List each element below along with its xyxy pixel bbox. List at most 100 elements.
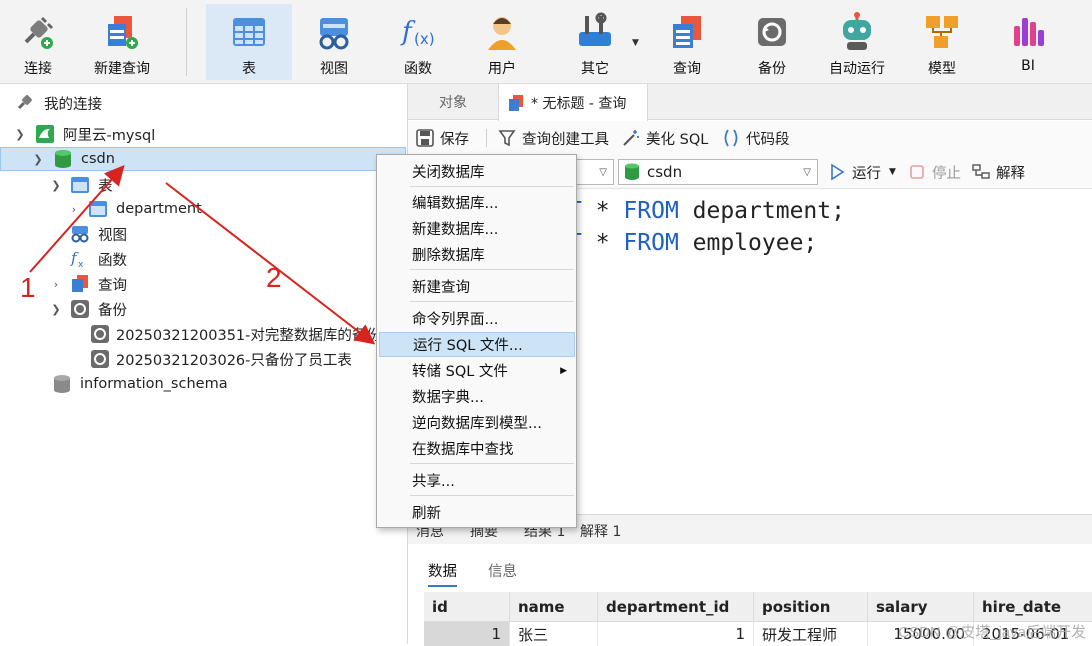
chevron-down-icon: ▽ [599, 166, 607, 178]
robot-icon [839, 12, 875, 52]
tree-backup-item[interactable]: 20250321200351-对完整数据库的备份 [0, 322, 406, 346]
table-cell[interactable]: 1 [598, 622, 754, 646]
sql-text: department; [678, 198, 845, 224]
column-header[interactable]: id [424, 592, 510, 622]
query-builder-button[interactable]: 查询创建工具 [498, 121, 609, 155]
backup-label: 备份 [758, 61, 786, 77]
stop-button[interactable]: 停止 [908, 155, 961, 189]
backup-icon [754, 12, 790, 52]
model-label: 模型 [928, 61, 956, 77]
menu-reverse-to-model[interactable]: 逆向数据库到模型... [379, 410, 575, 435]
chevron-down-icon[interactable]: ❯ [50, 303, 62, 316]
menu-close-database[interactable]: 关闭数据库 [379, 159, 575, 184]
tree-functions[interactable]: fx 函数 [0, 247, 406, 271]
submenu-arrow-icon: ▶ [560, 365, 567, 376]
bi-label: BI [1021, 58, 1035, 74]
menu-dump-sql-file[interactable]: 转储 SQL 文件 ▶ [379, 358, 575, 383]
menu-delete-database[interactable]: 删除数据库 [379, 242, 575, 267]
table-cell[interactable]: 张三 [510, 622, 598, 646]
run-button[interactable]: 运行 ▼ [828, 155, 896, 189]
backup-button[interactable]: 备份 [742, 4, 802, 80]
backup-file-icon [90, 324, 110, 344]
chevron-down-icon[interactable]: ❯ [14, 128, 26, 141]
other-dropdown-caret-icon[interactable]: ▼ [632, 38, 639, 48]
column-header[interactable]: hire_date [974, 592, 1092, 622]
menu-data-dictionary[interactable]: 数据字典... [379, 384, 575, 409]
chevron-down-icon[interactable]: ❯ [50, 179, 62, 192]
menu-edit-database[interactable]: 编辑数据库... [379, 190, 575, 215]
view-icon [316, 12, 352, 52]
tree-connection-aliyun[interactable]: ❯ 阿里云-mysql [0, 122, 406, 146]
svg-text:x: x [78, 260, 84, 268]
menu-share[interactable]: 共享... [379, 468, 575, 493]
chevron-right-icon[interactable]: › [50, 278, 62, 291]
tab-explain-1[interactable]: 解释 1 [580, 521, 621, 541]
function-icon: f (x) [400, 12, 436, 52]
query-label: 查询 [673, 61, 701, 77]
menu-new-query[interactable]: 新建查询 [379, 274, 575, 299]
database-combo-value: csdn [647, 163, 683, 181]
menu-refresh[interactable]: 刷新 [379, 500, 575, 525]
tree-my-connections[interactable]: 我的连接 [0, 91, 406, 115]
menu-separator [410, 495, 574, 496]
bi-button[interactable]: BI [998, 4, 1058, 80]
toolbar-divider [186, 8, 187, 76]
query-button[interactable]: 查询 [656, 4, 718, 80]
column-header[interactable]: department_id [598, 592, 754, 622]
tab-objects[interactable]: 对象 [408, 84, 498, 120]
run-dropdown-caret-icon[interactable]: ▼ [889, 167, 896, 177]
tree-backup-item[interactable]: 20250321203026-只备份了员工表 [0, 347, 406, 371]
menu-run-sql-file[interactable]: 运行 SQL 文件... [379, 332, 575, 357]
beautify-sql-button[interactable]: 美化 SQL [622, 121, 708, 155]
chevron-down-icon[interactable]: ❯ [32, 153, 44, 166]
new-query-button[interactable]: 新建查询 [90, 4, 154, 80]
table-cell[interactable]: 1 [424, 622, 510, 646]
user-icon [484, 12, 520, 52]
tree-backups[interactable]: ❯ 备份 [0, 297, 406, 321]
sql-text: * [581, 198, 624, 224]
tree-db-information-schema[interactable]: information_schema [0, 372, 406, 396]
tree-views[interactable]: 视图 [0, 222, 406, 246]
function-button[interactable]: f (x) 函数 [388, 4, 448, 80]
menu-command-line[interactable]: 命令列界面... [379, 306, 575, 331]
tree-queries[interactable]: › 查询 [0, 272, 406, 296]
menu-find-in-database[interactable]: 在数据库中查找 [379, 436, 575, 461]
query-builder-label: 查询创建工具 [522, 131, 609, 148]
explain-button[interactable]: 解释 [972, 155, 1025, 189]
tree-table-department[interactable]: › department [0, 197, 406, 221]
tab-query[interactable]: * 无标题 - 查询 [498, 84, 648, 121]
code-snippet-button[interactable]: 代码段 [722, 121, 790, 155]
connect-button[interactable]: 连接 [8, 4, 68, 80]
builder-icon [498, 129, 516, 147]
annotation-label-2: 2 [266, 262, 282, 293]
tree-db-csdn[interactable]: ❯ csdn [0, 147, 406, 171]
other-button[interactable]: 其它 [564, 4, 626, 80]
model-button[interactable]: 模型 [912, 4, 972, 80]
tab-info[interactable]: 信息 [488, 560, 517, 581]
automation-label: 自动运行 [829, 61, 885, 77]
view-icon [70, 224, 90, 244]
tree-tables[interactable]: ❯ 表 [0, 173, 406, 197]
tree-backups-label: 备份 [98, 302, 127, 319]
function-icon: fx [70, 248, 90, 270]
menu-new-database[interactable]: 新建数据库... [379, 216, 575, 241]
chevron-right-icon[interactable]: › [68, 203, 80, 216]
tree-views-label: 视图 [98, 227, 127, 244]
view-button[interactable]: 视图 [304, 4, 364, 80]
code-line: T * FROM employee; [568, 230, 817, 262]
save-button[interactable]: 保存 [416, 121, 469, 155]
database-combo[interactable]: csdn ▽ [618, 159, 818, 185]
column-header[interactable]: salary [868, 592, 974, 622]
query-icon [70, 274, 90, 294]
column-header[interactable]: name [510, 592, 598, 622]
user-button[interactable]: 用户 [472, 4, 532, 80]
table-cell[interactable]: 研发工程师 [754, 622, 868, 646]
other-label: 其它 [581, 61, 609, 77]
tools-icon [577, 12, 613, 52]
automation-button[interactable]: 自动运行 [822, 4, 892, 80]
tab-data[interactable]: 数据 [428, 560, 457, 587]
svg-text:(x): (x) [414, 30, 435, 48]
table-button[interactable]: 表 [206, 4, 292, 80]
column-header[interactable]: position [754, 592, 868, 622]
database-green-icon [53, 149, 73, 169]
